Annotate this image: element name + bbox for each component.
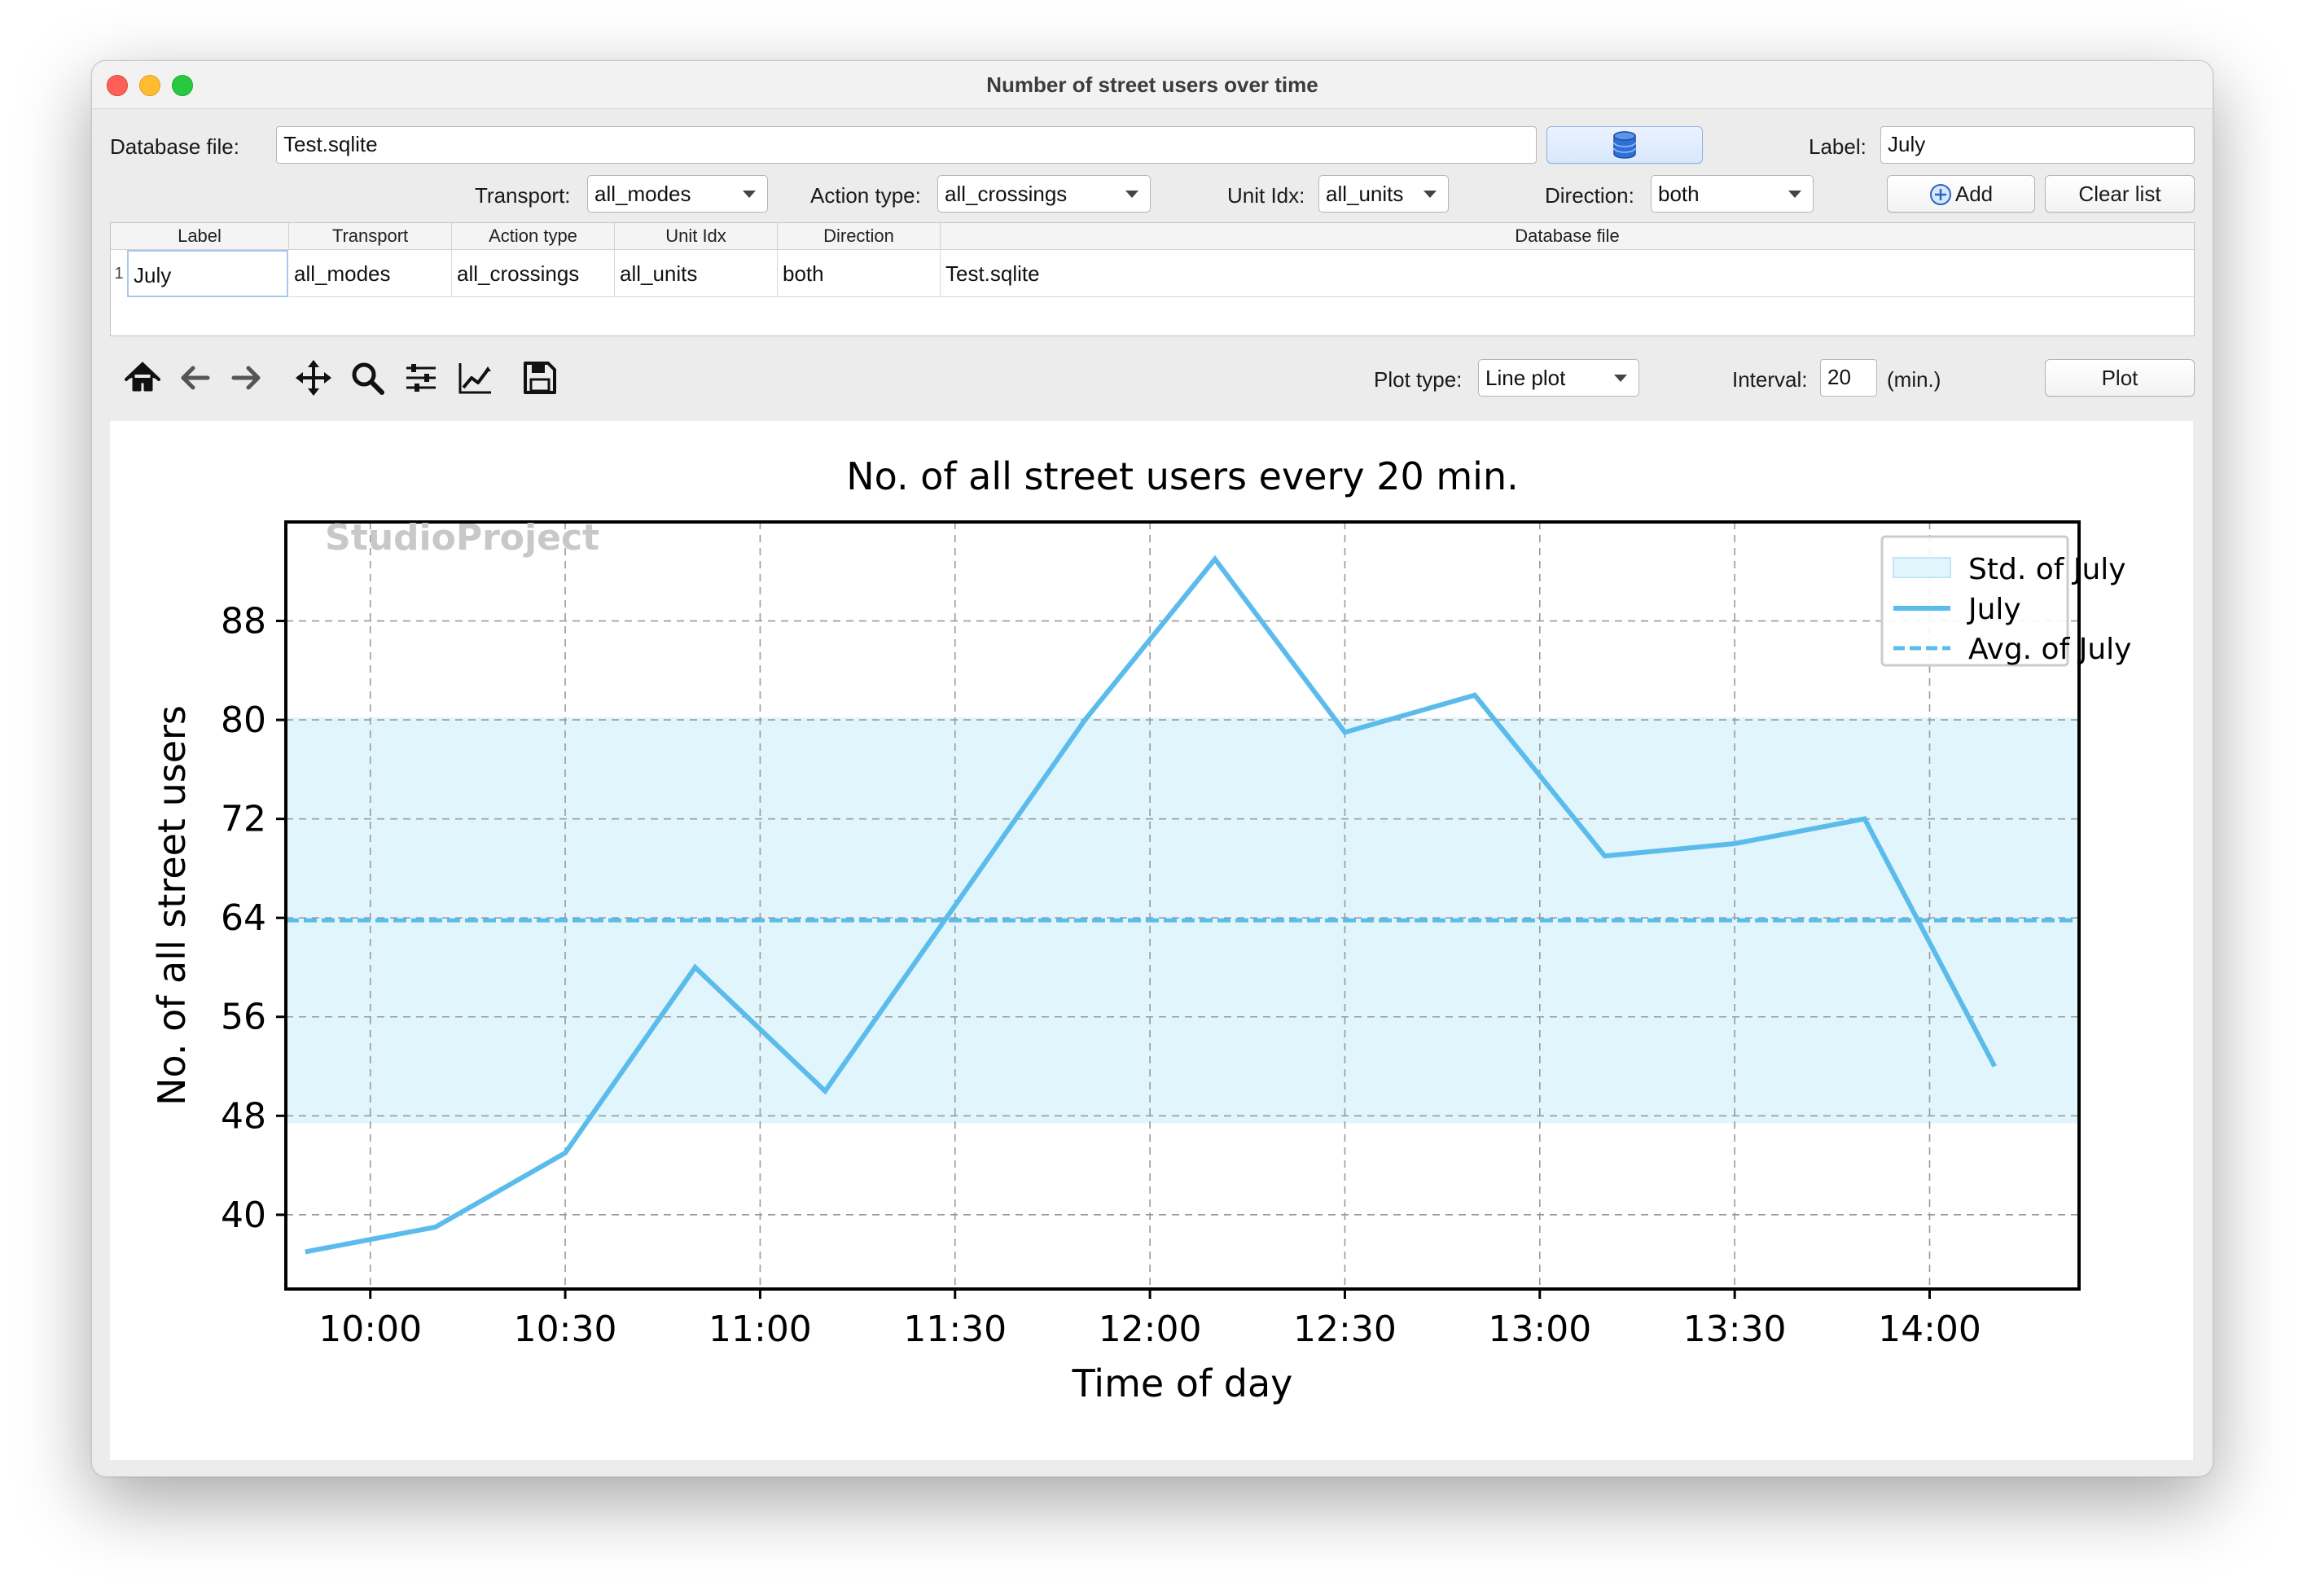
column-header-action-type[interactable]: Action type [452, 223, 615, 249]
legend-label-std: Std. of July [1968, 553, 2126, 586]
y-tick-label: 80 [221, 699, 266, 741]
add-circle-icon [1929, 184, 1951, 205]
unit-idx-label: Unit Idx: [1227, 183, 1305, 208]
database-file-label: Database file: [110, 134, 239, 159]
x-axis-label: Time of day [1072, 1361, 1293, 1405]
legend-label-avg: Avg. of July [1968, 633, 2131, 666]
chevron-down-icon [1614, 375, 1627, 382]
database-icon [1613, 131, 1636, 159]
back-arrow-icon[interactable] [175, 358, 214, 397]
label-field-label: Label: [1809, 134, 1867, 159]
configure-subplots-icon[interactable] [401, 358, 441, 397]
label-input[interactable]: July [1880, 126, 2195, 164]
direction-value: both [1658, 182, 1700, 206]
action-type-value: all_crossings [945, 182, 1068, 206]
plot-type-label: Plot type: [1374, 367, 1463, 392]
browse-database-button[interactable] [1546, 126, 1703, 164]
table-cell-action-type[interactable]: all_crossings [452, 250, 615, 297]
y-axis-label: No. of all street users [150, 705, 194, 1106]
y-tick-label: 72 [221, 799, 266, 840]
transport-label: Transport: [475, 183, 571, 208]
action-type-select[interactable]: all_crossings [937, 175, 1151, 213]
x-tick-label: 11:30 [903, 1309, 1007, 1350]
row-number: 1 [114, 265, 124, 283]
home-icon[interactable] [123, 358, 162, 397]
add-button-label: Add [1954, 182, 1994, 206]
save-icon[interactable] [520, 358, 559, 397]
line-chart: StudioProject 10:00 10:30 11:00 11:30 12:00 12… [150, 454, 2131, 1405]
chevron-down-icon [1423, 191, 1437, 198]
legend-label-july: July [1967, 593, 2021, 626]
column-header-label[interactable]: Label [111, 223, 289, 249]
zoom-icon[interactable] [348, 358, 387, 397]
table-cell-unit-idx[interactable]: all_units [615, 250, 778, 297]
plot-type-select[interactable]: Line plot [1478, 359, 1639, 397]
transport-select[interactable]: all_modes [587, 175, 768, 213]
chart-title: No. of all street users every 20 min. [846, 454, 1519, 498]
x-tick-label: 13:30 [1683, 1309, 1787, 1350]
table-cell-transport[interactable]: all_modes [289, 250, 452, 297]
y-tick-label: 64 [221, 897, 266, 939]
column-header-transport[interactable]: Transport [289, 223, 452, 249]
plot-canvas[interactable]: StudioProject 10:00 10:30 11:00 11:30 12:00 12… [110, 421, 2193, 1460]
x-tick-label: 11:00 [708, 1309, 812, 1350]
window-title: Number of street users over time [986, 72, 1318, 97]
column-header-database-file[interactable]: Database file [941, 223, 2194, 249]
x-tick-label: 12:30 [1293, 1309, 1397, 1350]
y-tick-label: 56 [221, 997, 266, 1038]
pan-icon[interactable] [294, 358, 333, 397]
interval-label: Interval: [1732, 367, 1808, 392]
unit-idx-value: all_units [1326, 182, 1404, 206]
column-header-unit-idx[interactable]: Unit Idx [615, 223, 778, 249]
transport-value: all_modes [594, 182, 691, 206]
app-window: Number of street users over time Databas… [91, 60, 2213, 1477]
interval-input[interactable]: 20 [1820, 359, 1877, 397]
interval-unit: (min.) [1887, 367, 1941, 392]
add-button[interactable]: Add [1887, 175, 2035, 213]
x-tick-label: 10:00 [318, 1309, 422, 1350]
chevron-down-icon [1125, 191, 1138, 198]
table-cell-direction[interactable]: both [778, 250, 941, 297]
x-tick-label: 10:30 [514, 1309, 617, 1350]
direction-select[interactable]: both [1651, 175, 1814, 213]
plot-type-value: Line plot [1485, 366, 1566, 390]
chevron-down-icon [743, 191, 756, 198]
column-header-direction[interactable]: Direction [778, 223, 941, 249]
table-cell-database-file[interactable]: Test.sqlite [941, 250, 2194, 297]
y-tick-label: 40 [221, 1195, 266, 1236]
plot-button[interactable]: Plot [2045, 359, 2195, 397]
legend-swatch-std [1893, 557, 1951, 578]
table-header: Label Transport Action type Unit Idx Dir… [111, 223, 2194, 250]
x-tick-label: 13:00 [1488, 1309, 1591, 1350]
data-table: Label Transport Action type Unit Idx Dir… [110, 222, 2195, 336]
database-file-input[interactable]: Test.sqlite [276, 126, 1537, 164]
title-bar: Number of street users over time [92, 61, 2213, 109]
watermark: StudioProject [325, 517, 599, 559]
table-cell-label[interactable]: July [127, 250, 288, 297]
x-tick-label: 12:00 [1099, 1309, 1202, 1350]
edit-axes-icon[interactable] [455, 358, 494, 397]
x-tick-label: 14:00 [1878, 1309, 1981, 1350]
y-tick-label: 48 [221, 1095, 266, 1137]
chevron-down-icon [1788, 191, 1801, 198]
clear-list-button[interactable]: Clear list [2045, 175, 2195, 213]
direction-label: Direction: [1545, 183, 1634, 208]
forward-arrow-icon[interactable] [227, 358, 266, 397]
action-type-label: Action type: [810, 183, 921, 208]
unit-idx-select[interactable]: all_units [1318, 175, 1449, 213]
y-tick-label: 88 [221, 601, 266, 642]
